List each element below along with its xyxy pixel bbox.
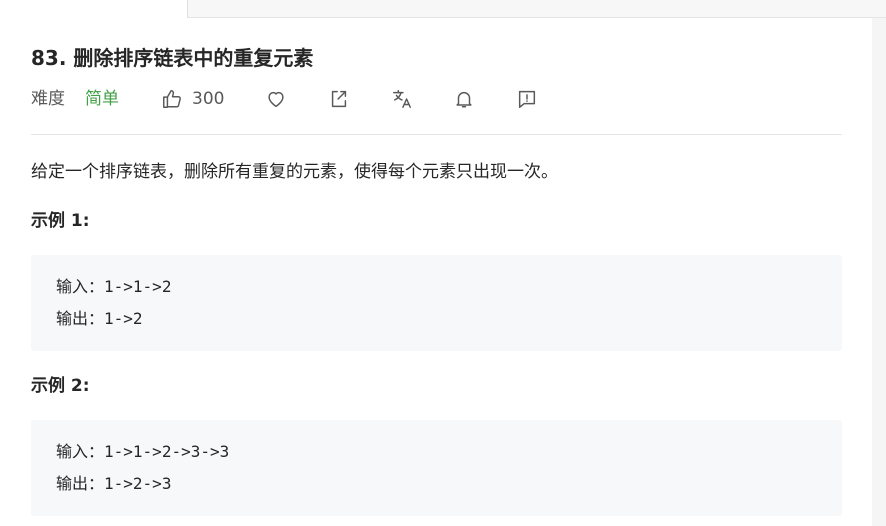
tab-description[interactable]	[0, 0, 188, 18]
example-1-title: 示例 1:	[31, 211, 90, 231]
share-icon	[328, 88, 350, 110]
bell-icon	[453, 88, 475, 110]
like-button[interactable]: 300	[161, 88, 224, 110]
input-label: 输入：	[56, 277, 105, 296]
feedback-icon	[516, 88, 538, 110]
example-1-output-line: 输出：1->2	[56, 308, 143, 330]
example-2-codeblock: 输入：1->1->2->3->3 输出：1->2->3	[31, 420, 842, 516]
example-1-input-line: 输入：1->1->2	[56, 276, 171, 298]
problem-title: 83. 删除排序链表中的重复元素	[31, 46, 314, 70]
favorite-button[interactable]	[265, 88, 287, 110]
example-2-input: 1->1->2->3->3	[104, 442, 230, 461]
difficulty-badge: 简单	[85, 89, 119, 109]
example-2-input-line: 输入：1->1->2->3->3	[56, 441, 229, 463]
tab-bar	[0, 0, 886, 18]
input-label: 输入：	[56, 442, 105, 461]
header-divider	[31, 134, 842, 135]
example-1-output: 1->2	[104, 309, 143, 328]
output-label: 输出：	[56, 474, 105, 493]
example-1-codeblock: 输入：1->1->2 输出：1->2	[31, 255, 842, 351]
tab-bar-background	[188, 0, 886, 18]
share-button[interactable]	[328, 88, 350, 110]
example-2-title: 示例 2:	[31, 376, 90, 396]
heart-icon	[265, 88, 287, 110]
scrollbar-track[interactable]	[872, 18, 886, 526]
output-label: 输出：	[56, 309, 105, 328]
translate-button[interactable]	[391, 88, 413, 110]
feedback-button[interactable]	[516, 88, 538, 110]
subscribe-button[interactable]	[453, 88, 475, 110]
problem-meta-bar: 难度 简单 300	[31, 86, 591, 112]
thumbs-up-icon	[161, 88, 183, 110]
example-2-output: 1->2->3	[104, 474, 172, 493]
example-2-output-line: 输出：1->2->3	[56, 473, 171, 495]
example-1-input: 1->1->2	[104, 277, 172, 296]
translate-icon	[391, 88, 413, 110]
difficulty-label: 难度	[31, 89, 65, 109]
problem-description: 给定一个排序链表，删除所有重复的元素，使得每个元素只出现一次。	[31, 162, 558, 182]
like-count: 300	[192, 89, 225, 109]
